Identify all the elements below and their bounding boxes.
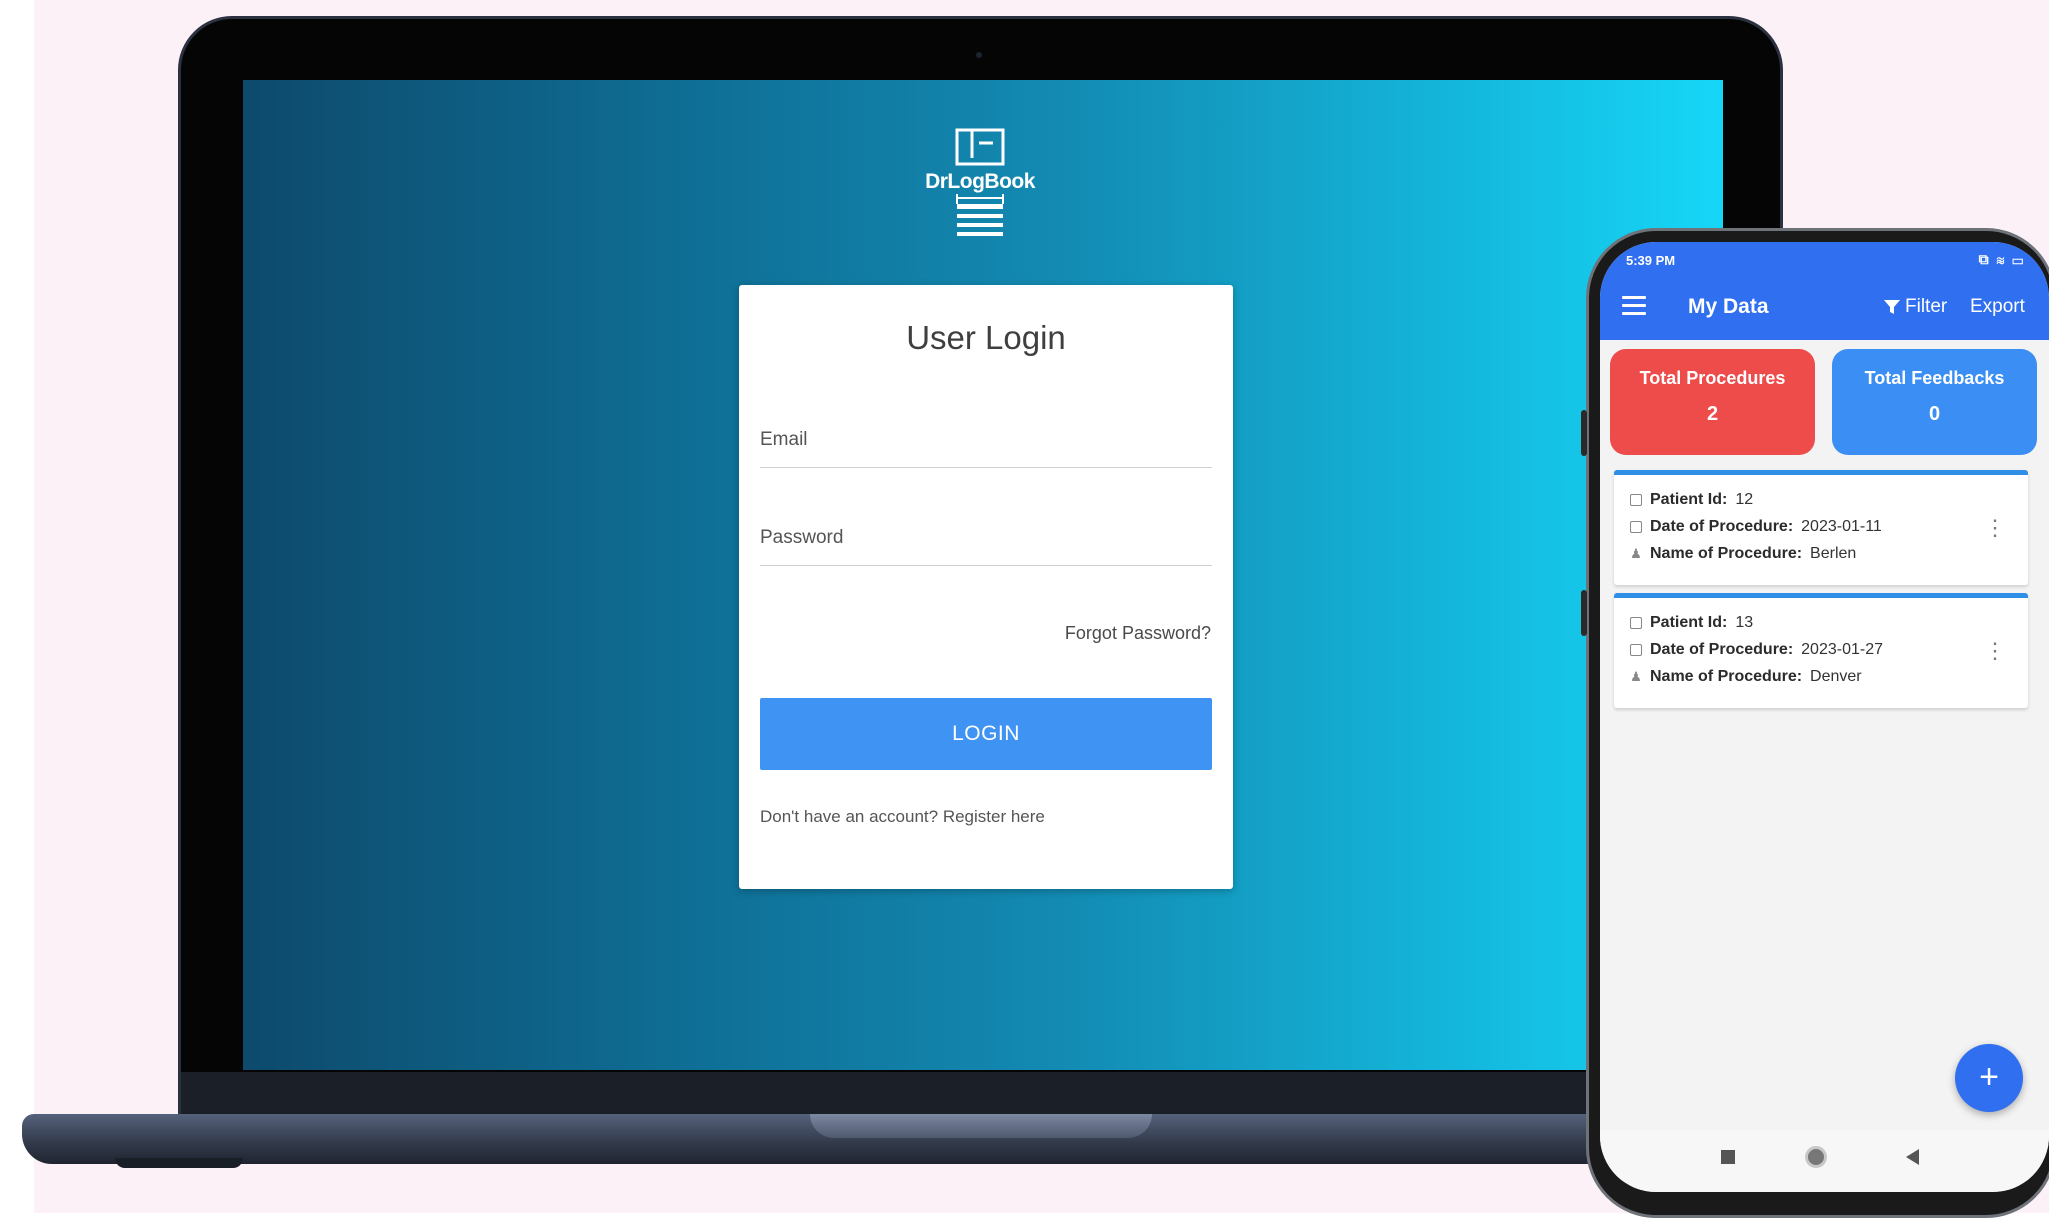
home-icon[interactable] [1805, 1146, 1827, 1168]
record-name-row: ♟ Name of Procedure: Berlen [1630, 545, 1856, 563]
login-card: User Login Email Password Forgot Passwor… [739, 285, 1233, 889]
back-icon[interactable] [1906, 1149, 1919, 1165]
phone-side-button-2 [1581, 590, 1587, 636]
patient-id-value: 12 [1735, 491, 1754, 508]
name-label: Name of Procedure: [1650, 668, 1803, 685]
patient-id-value: 13 [1735, 614, 1754, 631]
patient-id-label: Patient Id: [1650, 491, 1728, 508]
drlogbook-logo: DrLogBook [925, 128, 1035, 252]
more-vert-icon[interactable]: ⋮ [1984, 640, 2006, 662]
record-patient-id-row: Patient Id: 13 [1630, 614, 1753, 632]
password-label: Password [760, 527, 844, 548]
total-procedures-label: Total Procedures [1639, 368, 1786, 388]
total-feedbacks-label: Total Feedbacks [1864, 368, 2005, 388]
clipboard-icon [1630, 494, 1642, 506]
record-patient-id-row: Patient Id: 12 [1630, 491, 1753, 509]
patient-id-label: Patient Id: [1650, 614, 1728, 631]
record-card[interactable]: Patient Id: 12 Date of Procedure: 2023-0… [1614, 470, 2028, 585]
date-label: Date of Procedure: [1650, 641, 1794, 658]
name-value: Denver [1810, 668, 1862, 685]
logo-text: DrLogBook [925, 170, 1035, 193]
recents-icon[interactable] [1721, 1150, 1735, 1164]
laptop-notch [810, 1114, 1152, 1138]
export-button[interactable]: Export [1970, 296, 2025, 318]
status-icons: ⧉ ≋ ▭ [1978, 251, 2025, 267]
laptop-chin [181, 1072, 1780, 1116]
login-title: User Login [906, 319, 1066, 356]
filter-button[interactable]: Filter [1883, 296, 1947, 318]
laptop-camera [976, 52, 982, 58]
status-bar: 5:39 PM ⧉ ≋ ▭ [1600, 242, 2049, 276]
email-label: Email [760, 429, 808, 450]
calendar-icon [1630, 644, 1642, 656]
app-title: My Data [1688, 295, 1769, 318]
record-card[interactable]: Patient Id: 13 Date of Procedure: 2023-0… [1614, 593, 2028, 708]
app-bar: My Data Filter Export [1600, 276, 2049, 340]
register-link[interactable]: Don't have an account? Register here [760, 807, 1045, 827]
total-procedures-card: Total Procedures 2 [1610, 349, 1815, 455]
password-field[interactable]: Password [760, 515, 1212, 566]
record-date-row: Date of Procedure: 2023-01-11 [1630, 518, 1882, 536]
total-feedbacks-value: 0 [1928, 403, 1941, 425]
calendar-icon [1630, 521, 1642, 533]
status-time: 5:39 PM [1626, 253, 1676, 268]
phone-screen: 5:39 PM ⧉ ≋ ▭ My Data Filter Export Tota… [1600, 242, 2049, 1192]
date-label: Date of Procedure: [1650, 518, 1794, 535]
filter-icon [1884, 300, 1900, 314]
login-button[interactable]: LOGIN [760, 698, 1212, 770]
person-icon: ♟ [1630, 669, 1642, 684]
name-value: Berlen [1810, 545, 1857, 562]
clipboard-icon [1630, 617, 1642, 629]
laptop-foot [115, 1158, 243, 1168]
record-name-row: ♟ Name of Procedure: Denver [1630, 668, 1862, 686]
forgot-password-link[interactable]: Forgot Password? [1065, 623, 1211, 644]
person-icon: ♟ [1630, 546, 1642, 561]
phone-side-button [1581, 410, 1587, 456]
more-vert-icon[interactable]: ⋮ [1984, 517, 2006, 539]
filter-label: Filter [1905, 296, 1948, 317]
total-feedbacks-card: Total Feedbacks 0 [1832, 349, 2037, 455]
system-nav-bar [1600, 1130, 2049, 1192]
menu-icon[interactable] [1622, 296, 1646, 316]
total-procedures-value: 2 [1706, 403, 1719, 425]
name-label: Name of Procedure: [1650, 545, 1803, 562]
laptop-screen: DrLogBook User Login Email Password Forg… [243, 80, 1723, 1070]
date-value: 2023-01-11 [1801, 518, 1882, 535]
record-date-row: Date of Procedure: 2023-01-27 [1630, 641, 1883, 659]
date-value: 2023-01-27 [1801, 641, 1883, 658]
add-record-button[interactable]: + [1955, 1044, 2023, 1112]
email-field[interactable]: Email [760, 417, 1212, 468]
